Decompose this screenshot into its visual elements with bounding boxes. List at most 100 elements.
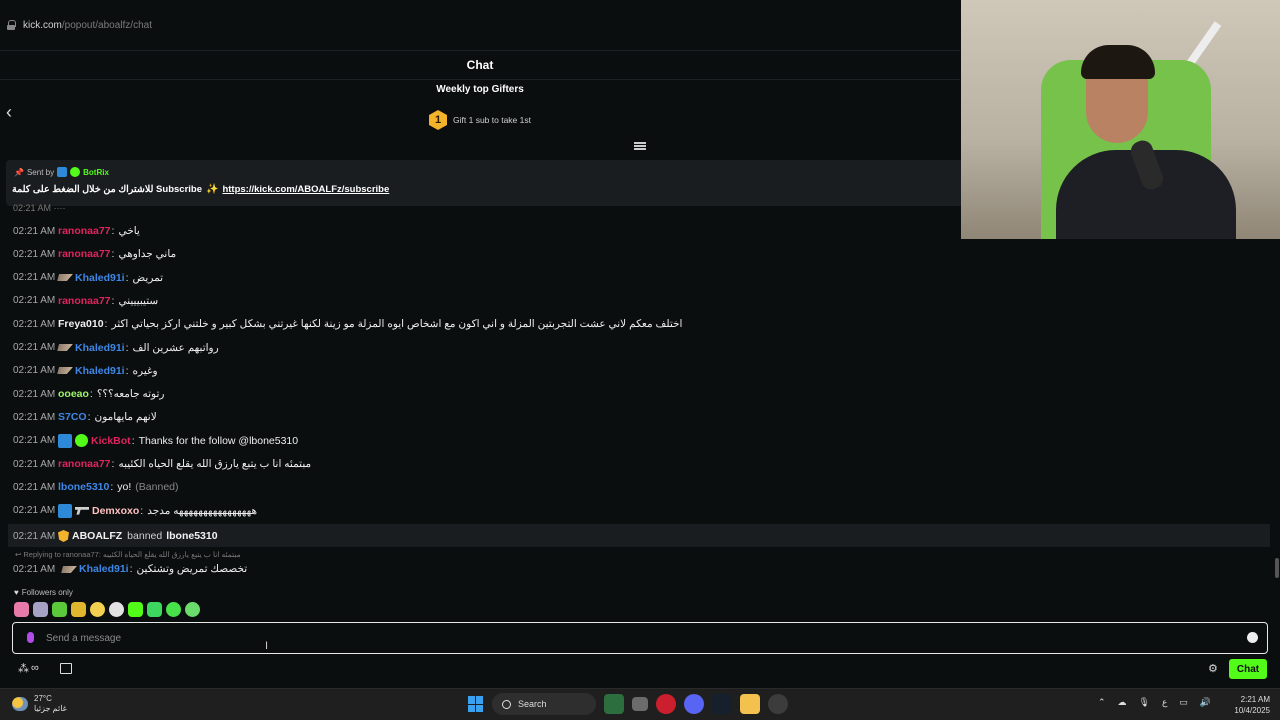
followers-only-notice: ♥ Followers only [14,588,73,597]
taskbar-clock[interactable]: 2:21 AM 10/4/2025 [1228,694,1270,716]
windows-start-icon[interactable] [468,696,484,712]
message-username[interactable]: ranonaa77 [58,295,111,307]
task-view-icon[interactable] [632,697,648,711]
settings-gear-icon[interactable]: ⚙ [1208,662,1218,675]
address-bar[interactable]: kick.com/popout/aboalfz/chat [0,0,960,50]
language-indicator[interactable]: ع [1162,697,1167,708]
message-time: 02:21 AM [13,318,56,330]
emote-icon[interactable] [33,602,48,617]
scrollbar[interactable] [1275,558,1279,578]
message-time: 02:21 AM [13,295,56,307]
emoji-picker-icon[interactable] [1247,632,1258,643]
chat-messages[interactable]: 02:21 AM ···· 02:21 AM ranonaa77: ياخي 02:2… [0,203,1280,586]
message-text: ههههههههههههههههه مدجد [147,504,258,517]
emote-icon[interactable] [147,602,162,617]
microphone-icon[interactable] [27,632,34,643]
chat-message[interactable]: 02:21 AM ooeao: رتوته جامعه؟؟؟ [13,384,164,404]
colon: : [111,458,115,470]
emote-icon[interactable] [128,602,143,617]
emote-icon[interactable] [71,602,86,617]
message-input[interactable] [46,628,1196,648]
colon: : [125,364,129,377]
chat-message[interactable]: 02:21 AM Khaled91i: تمريض [13,268,163,288]
collapse-icon[interactable] [634,142,646,150]
pinned-sender-name[interactable]: BotRix [83,168,109,177]
send-chat-button[interactable]: Chat [1229,659,1267,679]
message-username[interactable]: ooeao [58,388,89,400]
message-username[interactable]: Freya010 [58,318,104,330]
message-text: لانهم مايهامون [94,411,157,424]
emote-icon[interactable] [14,602,29,617]
message-text: ماني جداوهي [118,248,177,261]
message-username[interactable]: lbone5310 [58,481,109,493]
colon: : [110,481,114,494]
clock-date: 10/4/2025 [1234,706,1270,715]
discord-icon[interactable] [684,694,704,714]
cloud-icon[interactable]: ☁ [1118,697,1127,708]
message-input-box[interactable] [12,622,1268,654]
chat-message[interactable]: 02:21 AM Demxoxo: ههههههههههههههههه مدجد [13,501,257,521]
chat-message[interactable]: 02:21 AM Khaled91i : تخصصك تمريض وتشتكين [13,559,247,579]
taskbar-apps: Search [468,693,788,715]
steam-icon[interactable] [712,694,732,714]
points-icon[interactable]: ⁂ [18,662,29,675]
message-username[interactable]: Khaled91i [75,272,125,284]
chat-message[interactable]: 02:21 AM S7CO: لانهم مايهامون [13,407,157,427]
emote-icon[interactable] [52,602,67,617]
message-username[interactable]: Khaled91i [79,563,129,575]
message-username[interactable]: Demxoxo [92,505,139,517]
weather-widget[interactable]: 27°C غائم جزئيا [12,694,67,714]
colon: : [111,248,115,261]
emote-icon[interactable] [185,602,200,617]
weather-temp: 27°C [34,694,52,703]
emote-bar [14,602,200,617]
og-badge-icon [61,566,77,573]
message-time: 02:21 AM [13,530,56,542]
message-time: 02:21 AM [13,435,56,447]
message-time: 02:21 AM [13,505,56,517]
message-text: رواتبهم عشرين الف [132,341,219,354]
chat-message[interactable]: 02:21 AM ranonaa77: ستيبيييني [13,291,158,311]
chat-message[interactable]: 02:21 AM KickBot: Thanks for the follow @l… [13,431,298,451]
emote-icon[interactable] [166,602,181,617]
emote-icon[interactable] [90,602,105,617]
emote-icon[interactable] [109,602,124,617]
verified-badge-icon [75,434,88,448]
chat-message[interactable]: 02:21 AM ranonaa77: ماني جداوهي [13,244,176,264]
message-username[interactable]: Khaled91i [75,342,125,354]
chat-message[interactable]: 02:21 AM ranonaa77: ياخي [13,221,140,241]
toolbar-left: ⁂ ∞ [18,662,43,675]
infinity-icon[interactable]: ∞ [31,662,39,675]
message-username[interactable]: ranonaa77 [58,248,111,260]
opera-browser-icon[interactable] [656,694,676,714]
message-username[interactable]: KickBot [91,435,131,447]
message-username[interactable]: S7CO [58,411,87,423]
message-username[interactable]: ranonaa77 [58,458,111,470]
file-explorer-icon[interactable] [740,694,760,714]
chat-message[interactable]: 02:21 AM Khaled91i: رواتبهم عشرين الف [13,338,219,358]
chat-message[interactable]: 02:21 AM Freya010: اختلف معكم لاني عشت الت… [13,314,682,334]
taskbar-search[interactable]: Search [492,693,596,715]
moderator-shield-icon [58,530,69,542]
mod-target[interactable]: lbone5310 [166,530,217,542]
mic-tray-icon[interactable]: 🎙 [1139,697,1150,708]
message-time: 02:21 AM [13,272,56,284]
mod-name[interactable]: ABOALFZ [72,530,122,542]
pistol-badge-icon [75,506,89,515]
chevron-up-icon[interactable]: ⌃ [1098,697,1106,708]
chat-message[interactable]: 02:21 AM ranonaa77: مبتمئه انا ب يتبع يارز… [13,454,311,474]
network-icon[interactable]: ▭ [1179,697,1188,708]
chat-message[interactable]: 02:21 AM lbone5310: yo! (Banned) [13,477,179,497]
message-text: اختلف معكم لاني عشت التجربتين المزلة و ا… [111,318,683,331]
chat-message[interactable]: 02:21 AM Khaled91i: وغيره [13,361,158,381]
message-username[interactable]: Khaled91i [75,365,125,377]
message-username[interactable]: ranonaa77 [58,225,111,237]
app-icon[interactable] [768,694,788,714]
volume-icon[interactable]: 🔊 [1200,697,1211,708]
store-icon[interactable] [60,663,72,674]
widget-icon[interactable] [604,694,624,714]
weather-icon [12,697,28,711]
subscribe-link[interactable]: https://kick.com/ABOALFz/subscribe [222,184,389,195]
streamer-hair [1081,45,1155,79]
message-time: 02:21 AM [13,388,56,400]
